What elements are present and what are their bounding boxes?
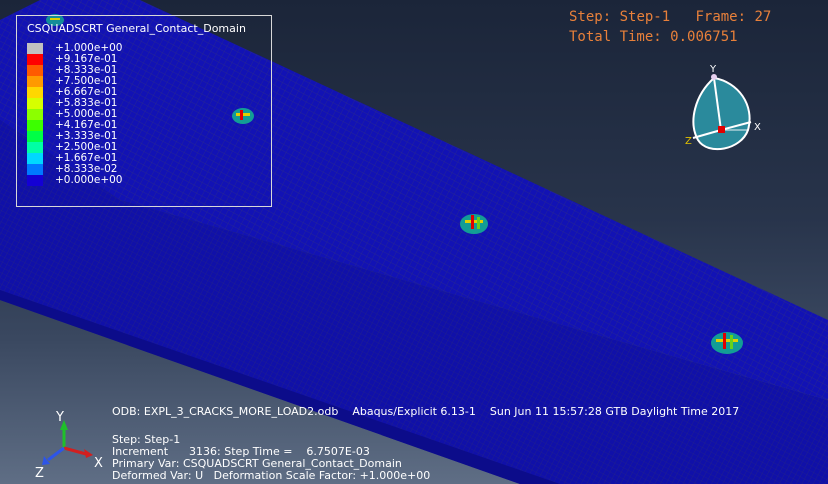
view-cube-origin-marker	[718, 126, 725, 133]
odb-info-line: ODB: EXPL_3_CRACKS_MORE_LOAD2.odb Abaqus…	[112, 405, 740, 418]
legend-swatch	[27, 175, 43, 186]
crack-zone-2	[460, 214, 488, 234]
legend-swatch	[27, 43, 43, 54]
contour-legend: CSQUADSCRT General_Contact_Domain +1.000…	[16, 15, 272, 207]
view-cube-z-label: Z	[685, 136, 692, 147]
total-time-value: 0.006751	[670, 29, 738, 45]
step-frame-info: Step: Step-1 Frame: 27 Total Time: 0.006…	[569, 7, 771, 47]
legend-value-label: +0.000e+00	[55, 174, 123, 186]
legend-swatch	[27, 142, 43, 153]
step-value: Step-1	[619, 9, 671, 25]
legend-swatch	[27, 109, 43, 120]
crack-zone-3	[711, 332, 743, 354]
view-cube-shape	[692, 76, 751, 150]
legend-swatch	[27, 120, 43, 131]
view-cube-x-label: X	[754, 122, 761, 133]
legend-swatch	[27, 54, 43, 65]
view-cube[interactable]: Y Z X	[683, 60, 773, 155]
deformed-var-line: Deformed Var: U Deformation Scale Factor…	[112, 469, 431, 482]
legend-swatch	[27, 164, 43, 175]
triad-y-label: Y	[55, 410, 64, 425]
step-info-block: Step: Step-1 Increment 3136: Step Time = …	[112, 434, 430, 482]
total-time-label: Total Time:	[569, 29, 662, 45]
frame-value: 27	[754, 9, 772, 25]
triad-x-label: X	[94, 456, 103, 471]
coordinate-triad: Y X Z	[35, 410, 103, 480]
legend-swatch	[27, 87, 43, 98]
step-label: Step:	[569, 9, 612, 25]
legend-title: CSQUADSCRT General_Contact_Domain	[27, 22, 246, 35]
legend-swatch	[27, 98, 43, 109]
legend-swatch	[27, 131, 43, 142]
frame-label: Frame:	[695, 9, 747, 25]
triad-z-label: Z	[35, 466, 44, 480]
legend-swatch	[27, 76, 43, 87]
legend-swatch	[27, 153, 43, 164]
view-cube-y-label: Y	[709, 64, 717, 75]
legend-swatch	[27, 65, 43, 76]
